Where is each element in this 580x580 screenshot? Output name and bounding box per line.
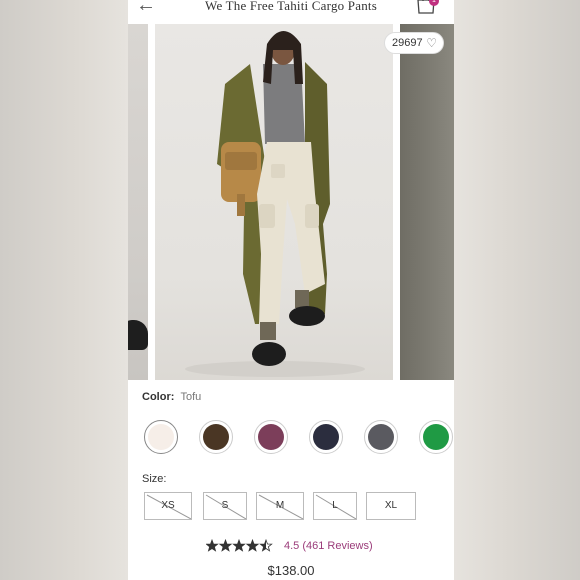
size-option-xs[interactable]: XS xyxy=(144,492,192,520)
likes-button[interactable]: 29697 ♡ xyxy=(384,32,444,54)
price: $138.00 xyxy=(267,563,315,578)
carousel-next-slide[interactable] xyxy=(400,24,454,380)
star-icon xyxy=(218,539,233,552)
top-bar: ← We The Free Tahiti Cargo Pants 1 xyxy=(128,0,454,24)
arrow-left-icon[interactable]: ← xyxy=(134,0,158,16)
size-option-xl[interactable]: XL xyxy=(366,492,416,520)
size-option-label: S xyxy=(221,500,229,511)
image-carousel[interactable]: 29697 ♡ xyxy=(128,24,454,380)
swatch-brown[interactable] xyxy=(199,420,233,454)
color-swatches xyxy=(144,420,454,454)
size-option-l[interactable]: L xyxy=(313,492,357,520)
page-title: We The Free Tahiti Cargo Pants xyxy=(205,0,377,13)
carousel-previous-slide[interactable] xyxy=(128,24,148,380)
color-value: Tofu xyxy=(180,391,202,403)
product-screen: ← We The Free Tahiti Cargo Pants 1 29697… xyxy=(128,0,454,580)
size-option-m[interactable]: M xyxy=(256,492,304,520)
color-row: Color: Tofu xyxy=(142,391,201,403)
product-image[interactable] xyxy=(155,24,393,380)
size-option-label: M xyxy=(275,500,285,511)
star-rating-icon xyxy=(206,539,273,552)
star-icon xyxy=(245,539,260,552)
heart-outline-icon: ♡ xyxy=(426,36,437,50)
star-icon xyxy=(232,539,246,552)
bag-count-badge: 1 xyxy=(429,0,439,6)
size-option-label: XS xyxy=(161,500,175,511)
size-option-label: XL xyxy=(384,500,398,511)
backdrop-right xyxy=(454,0,580,580)
size-option-s[interactable]: S xyxy=(203,492,247,520)
swatch-tofu[interactable] xyxy=(144,420,178,454)
swatch-plum[interactable] xyxy=(254,420,288,454)
likes-count: 29697 xyxy=(392,37,423,49)
model-illustration xyxy=(185,31,365,377)
star-icon xyxy=(206,539,219,552)
size-option-label: L xyxy=(332,500,338,511)
color-label: Color: xyxy=(142,391,175,403)
swatch-navy[interactable] xyxy=(309,420,343,454)
backdrop-left xyxy=(0,0,128,580)
size-label: Size: xyxy=(142,473,167,485)
swatch-green[interactable] xyxy=(419,420,453,454)
reviews-link[interactable]: 4.5 (461 Reviews) xyxy=(284,540,373,552)
star-icon xyxy=(259,539,273,552)
swatch-washed-black[interactable] xyxy=(364,420,398,454)
size-options: XS S M L XL xyxy=(144,492,444,520)
